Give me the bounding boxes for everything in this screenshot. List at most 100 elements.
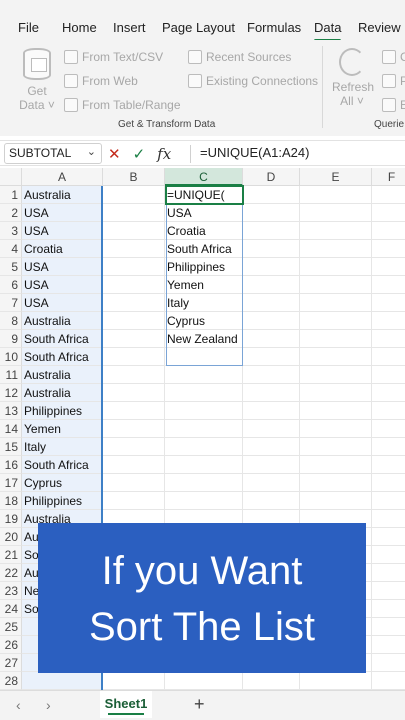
tab-home[interactable]: Home [62,20,97,35]
cell[interactable] [243,672,300,690]
cell[interactable]: USA [165,204,243,222]
queries-button-3[interactable]: E [382,98,405,112]
cell[interactable] [165,402,243,420]
cell[interactable] [243,420,300,438]
row-header[interactable]: 19 [0,510,22,528]
cell[interactable] [300,294,372,312]
row-header[interactable]: 5 [0,258,22,276]
cell[interactable] [103,402,165,420]
row-header[interactable]: 1 [0,186,22,204]
cell[interactable] [103,366,165,384]
queries-button-2[interactable]: P [382,74,405,88]
from-table-range-button[interactable]: From Table/Range [64,98,181,112]
cell[interactable] [103,186,165,204]
cell[interactable] [372,186,405,204]
cell[interactable] [243,456,300,474]
cell[interactable]: South Africa [22,348,103,366]
row-header[interactable]: 7 [0,294,22,312]
cell[interactable] [372,420,405,438]
column-header-e[interactable]: E [300,168,372,186]
cell[interactable] [165,492,243,510]
row-header[interactable]: 12 [0,384,22,402]
formula-input[interactable]: =UNIQUE(A1:A24) [200,145,309,160]
cell[interactable] [103,474,165,492]
column-header-d[interactable]: D [243,168,300,186]
cell[interactable]: USA [22,258,103,276]
cell[interactable] [300,672,372,690]
cell[interactable] [372,204,405,222]
row-header[interactable]: 11 [0,366,22,384]
cell[interactable] [372,456,405,474]
row-header[interactable]: 22 [0,564,22,582]
column-header-c[interactable]: C [165,168,243,186]
cell[interactable] [165,420,243,438]
cell[interactable] [103,312,165,330]
row-header[interactable]: 14 [0,420,22,438]
from-text-csv-button[interactable]: From Text/CSV [64,50,163,64]
cell[interactable]: Australia [22,384,103,402]
cell[interactable] [243,348,300,366]
cell[interactable] [165,348,243,366]
cell[interactable] [165,384,243,402]
get-data-button[interactable]: Get Data ˅ [18,48,56,112]
cell[interactable] [165,456,243,474]
row-header[interactable]: 24 [0,600,22,618]
cell[interactable] [300,312,372,330]
cell[interactable] [243,204,300,222]
cell[interactable] [300,240,372,258]
cell[interactable] [243,312,300,330]
cell[interactable] [103,456,165,474]
row-header[interactable]: 6 [0,276,22,294]
cell[interactable] [300,384,372,402]
cell[interactable] [243,438,300,456]
cell[interactable] [372,528,405,546]
cell[interactable] [103,258,165,276]
cell[interactable] [103,204,165,222]
column-header-f[interactable]: F [372,168,405,186]
cell[interactable] [103,492,165,510]
cell[interactable]: Italy [22,438,103,456]
queries-button-1[interactable]: C [382,50,405,64]
cell[interactable] [300,222,372,240]
cell[interactable] [103,348,165,366]
column-header-a[interactable]: A [22,168,103,186]
tab-page-layout[interactable]: Page Layout [162,20,235,35]
cell[interactable] [372,402,405,420]
cell[interactable] [372,672,405,690]
cell[interactable]: South Africa [22,330,103,348]
cell[interactable] [243,366,300,384]
cell[interactable] [372,438,405,456]
cell[interactable]: Philippines [22,492,103,510]
cell[interactable] [103,672,165,690]
cell[interactable] [243,492,300,510]
cell[interactable] [300,456,372,474]
cell[interactable] [300,186,372,204]
cell[interactable]: =UNIQUE( [165,186,243,204]
cell[interactable] [243,294,300,312]
cell[interactable]: Cyprus [22,474,103,492]
row-header[interactable]: 3 [0,222,22,240]
row-header[interactable]: 21 [0,546,22,564]
cell[interactable] [300,276,372,294]
cell[interactable] [103,240,165,258]
cell[interactable] [300,366,372,384]
cell[interactable] [243,186,300,204]
row-header[interactable]: 10 [0,348,22,366]
cell[interactable] [300,438,372,456]
name-box[interactable]: SUBTOTAL ⌄ [4,143,102,164]
cell[interactable] [243,384,300,402]
cell[interactable]: Australia [22,312,103,330]
cell[interactable] [243,330,300,348]
cell[interactable] [372,636,405,654]
cell[interactable] [372,312,405,330]
recent-sources-button[interactable]: Recent Sources [188,50,291,64]
enter-icon[interactable]: ✓ [133,145,146,163]
cancel-icon[interactable]: ✕ [108,145,121,163]
cell[interactable]: Croatia [165,222,243,240]
cell[interactable] [103,420,165,438]
cell[interactable] [165,672,243,690]
refresh-all-button[interactable]: Refresh All ˅ [332,48,374,108]
row-header[interactable]: 18 [0,492,22,510]
cell[interactable]: Philippines [22,402,103,420]
cell[interactable]: USA [22,294,103,312]
